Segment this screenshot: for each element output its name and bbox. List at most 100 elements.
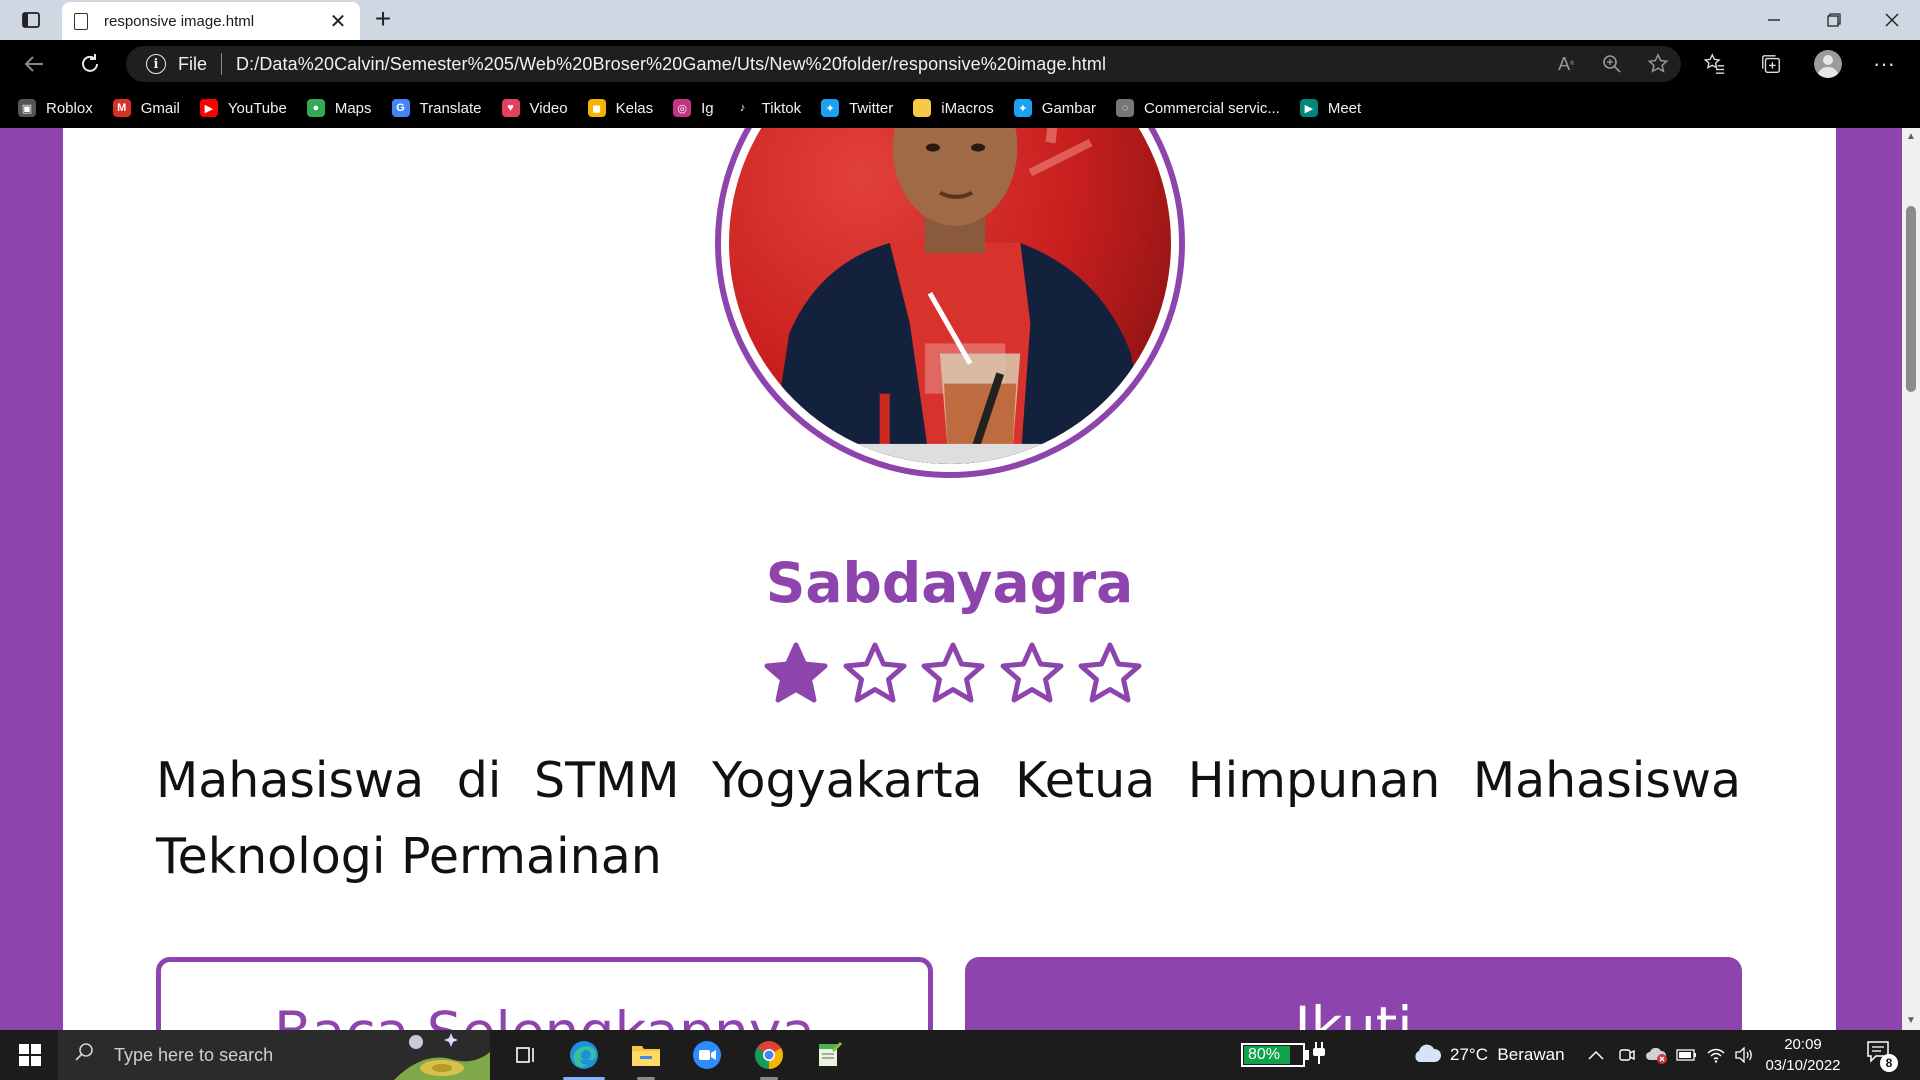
restore-button[interactable]	[1806, 0, 1862, 40]
gmail-icon: M	[112, 99, 131, 117]
profile-name: Sabdayagra	[765, 551, 1134, 615]
bookmarks-bar: ▣ Roblox M Gmail ▶ YouTube ● Maps G Translate ♥ Vid…	[0, 88, 1920, 128]
bookmark-meet[interactable]: ▶ Meet	[1299, 99, 1362, 117]
browser-tab[interactable]: responsive image.html ✕	[62, 2, 360, 40]
new-tab-button[interactable]: +	[368, 4, 398, 34]
bookmark-label: Roblox	[46, 99, 93, 117]
bookmark-youtube[interactable]: ▶ YouTube	[199, 99, 287, 117]
system-clock[interactable]: 20:09 03/10/2022	[1755, 1034, 1851, 1076]
refresh-button[interactable]	[72, 48, 108, 80]
battery-meter[interactable]: 80%	[1241, 1043, 1305, 1067]
globe-icon: ◌	[1115, 99, 1134, 117]
instagram-icon: ◎	[673, 99, 692, 117]
tab-actions-icon[interactable]	[14, 8, 48, 32]
info-icon[interactable]: i	[146, 54, 166, 74]
youtube-icon: ▶	[199, 99, 218, 117]
battery-tip	[1305, 1050, 1309, 1060]
scroll-up-icon[interactable]: ▲	[1902, 128, 1920, 146]
bookmark-translate[interactable]: G Translate	[391, 99, 482, 117]
read-aloud-icon[interactable]: Aᵃ	[1543, 46, 1589, 82]
bookmark-label: Ig	[701, 99, 714, 117]
back-button[interactable]	[16, 48, 52, 80]
clock-time: 20:09	[1784, 1036, 1822, 1053]
bookmark-label: Maps	[334, 99, 372, 117]
profile-bio: Mahasiswa di STMM Yogyakarta Ketua Himpu…	[156, 752, 1741, 885]
classroom-icon: ◼	[587, 99, 606, 117]
zoom-app-icon[interactable]	[678, 1030, 736, 1080]
url-text[interactable]: D:/Data%20Calvin/Semester%205/Web%20Bros…	[236, 54, 1543, 75]
windows-start-button[interactable]	[10, 1038, 50, 1072]
zoom-icon[interactable]	[1589, 46, 1635, 82]
divider	[221, 53, 223, 75]
edge-taskbar-icon[interactable]	[555, 1030, 613, 1080]
roblox-icon: ▣	[18, 99, 36, 117]
bookmark-maps[interactable]: ● Maps	[306, 99, 372, 117]
bookmark-label: Gambar	[1041, 99, 1096, 117]
bookmark-label: iMacros	[941, 99, 994, 117]
avatar	[1814, 50, 1842, 78]
favorites-icon[interactable]	[1694, 48, 1736, 80]
show-hidden-icons[interactable]	[1588, 1030, 1604, 1080]
bookmark-roblox[interactable]: ▣ Roblox	[18, 99, 93, 117]
collections-icon[interactable]	[1750, 48, 1792, 80]
follow-button[interactable]: Ikuti	[965, 957, 1742, 1030]
read-more-button[interactable]: Baca Selengkapnya	[156, 957, 933, 1030]
battery-level: 80%	[1244, 1046, 1291, 1064]
bookmark-gmail[interactable]: M Gmail	[112, 99, 180, 117]
bookmark-tiktok[interactable]: ♪ Tiktok	[733, 99, 802, 117]
onedrive-error-icon[interactable]	[1646, 1030, 1668, 1080]
scroll-down-icon[interactable]: ▼	[1902, 1012, 1920, 1030]
bookmark-label: Translate	[419, 99, 482, 117]
file-explorer-icon[interactable]	[617, 1030, 675, 1080]
page-viewport: Sabdayagra Mahasiswa di STMM Yogyakarta …	[0, 128, 1902, 1030]
scrollbar-thumb[interactable]	[1906, 206, 1916, 392]
bookmark-kelas[interactable]: ◼ Kelas	[587, 99, 654, 117]
windows-taskbar: Type here to search 80% 27°C Berawan 20:…	[0, 1030, 1920, 1080]
bookmark-imacros[interactable]: iMacros	[913, 99, 994, 117]
page-icon	[74, 12, 88, 30]
page-scrollbar[interactable]: ▲ ▼	[1902, 128, 1920, 1030]
twitter-icon: ✦	[1013, 99, 1032, 117]
taskbar-search[interactable]: Type here to search	[58, 1030, 490, 1080]
bookmark-ig[interactable]: ◎ Ig	[673, 99, 714, 117]
minimize-button[interactable]	[1746, 0, 1802, 40]
bookmark-label: Gmail	[140, 99, 180, 117]
bookmark-video[interactable]: ♥ Video	[501, 99, 568, 117]
twitter-icon: ✦	[821, 99, 840, 117]
browser-toolbar: i File D:/Data%20Calvin/Semester%205/Web…	[0, 40, 1920, 88]
profile-photo-frame	[715, 128, 1185, 478]
battery-status-icon[interactable]	[1676, 1030, 1698, 1080]
bookmark-label: Kelas	[615, 99, 654, 117]
meet-now-icon[interactable]	[1618, 1030, 1636, 1080]
volume-icon[interactable]	[1734, 1030, 1754, 1080]
close-tab-icon[interactable]: ✕	[328, 9, 348, 34]
bookmark-label: Tiktok	[761, 99, 802, 117]
more-options-icon[interactable]: ···	[1863, 48, 1905, 80]
wifi-icon[interactable]	[1706, 1030, 1726, 1080]
translate-icon: G	[391, 99, 410, 117]
meet-icon: ▶	[1299, 99, 1318, 117]
star-empty-icon	[1000, 642, 1063, 703]
scheme-label: File	[178, 53, 208, 74]
search-icon	[74, 1042, 100, 1068]
bookmark-twitter[interactable]: ✦ Twitter	[821, 99, 893, 117]
notepad-app-icon[interactable]	[800, 1030, 858, 1080]
bookmark-label: Meet	[1327, 99, 1362, 117]
bookmark-label: Twitter	[849, 99, 894, 117]
star-empty-icon	[921, 642, 985, 703]
profile-card: Sabdayagra Mahasiswa di STMM Yogyakarta …	[63, 128, 1836, 1030]
tab-title: responsive image.html	[104, 12, 255, 30]
bookmark-label: Video	[529, 99, 568, 117]
bookmark-label: Commercial servic...	[1143, 99, 1280, 117]
chrome-icon[interactable]	[740, 1030, 798, 1080]
notification-center-icon[interactable]: 8	[1866, 1040, 1898, 1072]
profile-button[interactable]	[1807, 48, 1849, 80]
bookmark-gambar[interactable]: ✦ Gambar	[1013, 99, 1096, 117]
folder-icon	[913, 99, 932, 117]
address-bar[interactable]: i File D:/Data%20Calvin/Semester%205/Web…	[126, 46, 1681, 82]
close-window-button[interactable]	[1864, 0, 1920, 40]
task-view-icon[interactable]	[497, 1030, 555, 1080]
weather-widget[interactable]: 27°C Berawan	[1412, 1030, 1565, 1080]
add-favorite-icon[interactable]	[1635, 46, 1681, 82]
bookmark-commercial-servic[interactable]: ◌ Commercial servic...	[1115, 99, 1280, 117]
